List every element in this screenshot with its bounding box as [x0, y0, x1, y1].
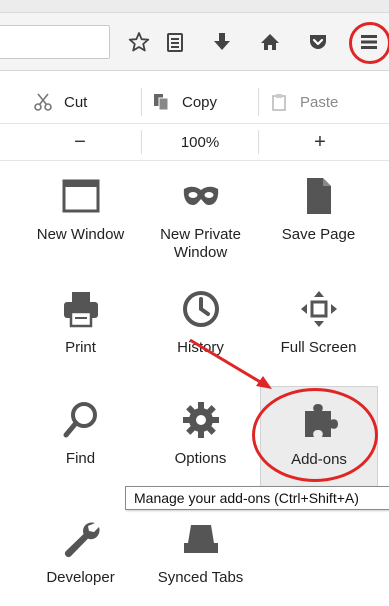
save-page-button[interactable]: Save Page: [260, 162, 377, 270]
options-button[interactable]: Options: [142, 386, 259, 494]
new-window-button[interactable]: New Window: [22, 162, 139, 270]
puzzle-piece-icon: [299, 401, 339, 441]
full-screen-label: Full Screen: [280, 339, 357, 356]
home-icon[interactable]: [255, 27, 285, 57]
history-button[interactable]: History: [142, 275, 259, 383]
magnifier-icon: [61, 400, 101, 440]
url-bar[interactable]: [0, 25, 110, 59]
reading-list-icon[interactable]: [160, 27, 190, 57]
zoom-out-button[interactable]: −: [30, 126, 130, 158]
paste-button[interactable]: Paste: [268, 82, 338, 122]
navigation-toolbar: [0, 13, 389, 71]
hamburger-menu-icon[interactable]: [351, 24, 387, 60]
zoom-reset-button[interactable]: 100%: [150, 126, 250, 158]
zoom-out-label: −: [74, 130, 86, 153]
history-label: History: [177, 339, 224, 356]
gear-icon: [181, 400, 221, 440]
full-screen-button[interactable]: Full Screen: [260, 275, 377, 383]
zoom-controls: − 100% +: [0, 126, 389, 158]
save-page-label: Save Page: [281, 226, 356, 243]
printer-icon: [61, 289, 101, 329]
copy-button[interactable]: Copy: [150, 82, 217, 122]
options-label: Options: [174, 450, 227, 467]
find-label: Find: [65, 450, 96, 467]
zoom-in-button[interactable]: +: [270, 126, 370, 158]
paste-label: Paste: [300, 93, 339, 111]
developer-button[interactable]: Developer: [22, 505, 139, 606]
page-icon: [299, 176, 339, 216]
separator: [258, 88, 259, 116]
divider: [0, 160, 389, 161]
scissors-icon: [32, 91, 54, 113]
window-icon: [61, 176, 101, 216]
edit-controls: Cut Copy Paste: [0, 82, 389, 122]
zoom-level: 100%: [180, 133, 220, 151]
separator: [258, 130, 259, 154]
private-mask-icon: [181, 176, 221, 216]
pocket-icon[interactable]: [303, 27, 333, 57]
clipboard-icon: [268, 91, 290, 113]
wrench-icon: [61, 519, 101, 559]
synced-tabs-button[interactable]: Synced Tabs: [142, 505, 259, 606]
window-top-strip: [0, 0, 389, 13]
new-window-label: New Window: [36, 226, 125, 243]
zoom-in-label: +: [314, 130, 326, 153]
fullscreen-arrows-icon: [299, 289, 339, 329]
clock-icon: [181, 289, 221, 329]
add-ons-button[interactable]: Add-ons: [260, 386, 378, 494]
download-icon[interactable]: [207, 27, 237, 57]
separator: [141, 88, 142, 116]
cut-label: Cut: [64, 93, 88, 111]
new-private-window-button[interactable]: New Private Window: [142, 162, 259, 270]
copy-icon: [150, 91, 172, 113]
find-button[interactable]: Find: [22, 386, 139, 494]
star-icon[interactable]: [124, 27, 154, 57]
print-button[interactable]: Print: [22, 275, 139, 383]
developer-label: Developer: [46, 569, 115, 586]
cut-button[interactable]: Cut: [32, 82, 87, 122]
separator: [141, 130, 142, 154]
divider: [0, 123, 389, 124]
new-private-window-label: New Private Window: [160, 226, 241, 261]
synced-tabs-label: Synced Tabs: [157, 569, 244, 586]
copy-label: Copy: [182, 93, 218, 111]
add-ons-label: Add-ons: [291, 451, 347, 468]
synced-tabs-icon: [181, 519, 221, 559]
print-label: Print: [65, 339, 96, 356]
